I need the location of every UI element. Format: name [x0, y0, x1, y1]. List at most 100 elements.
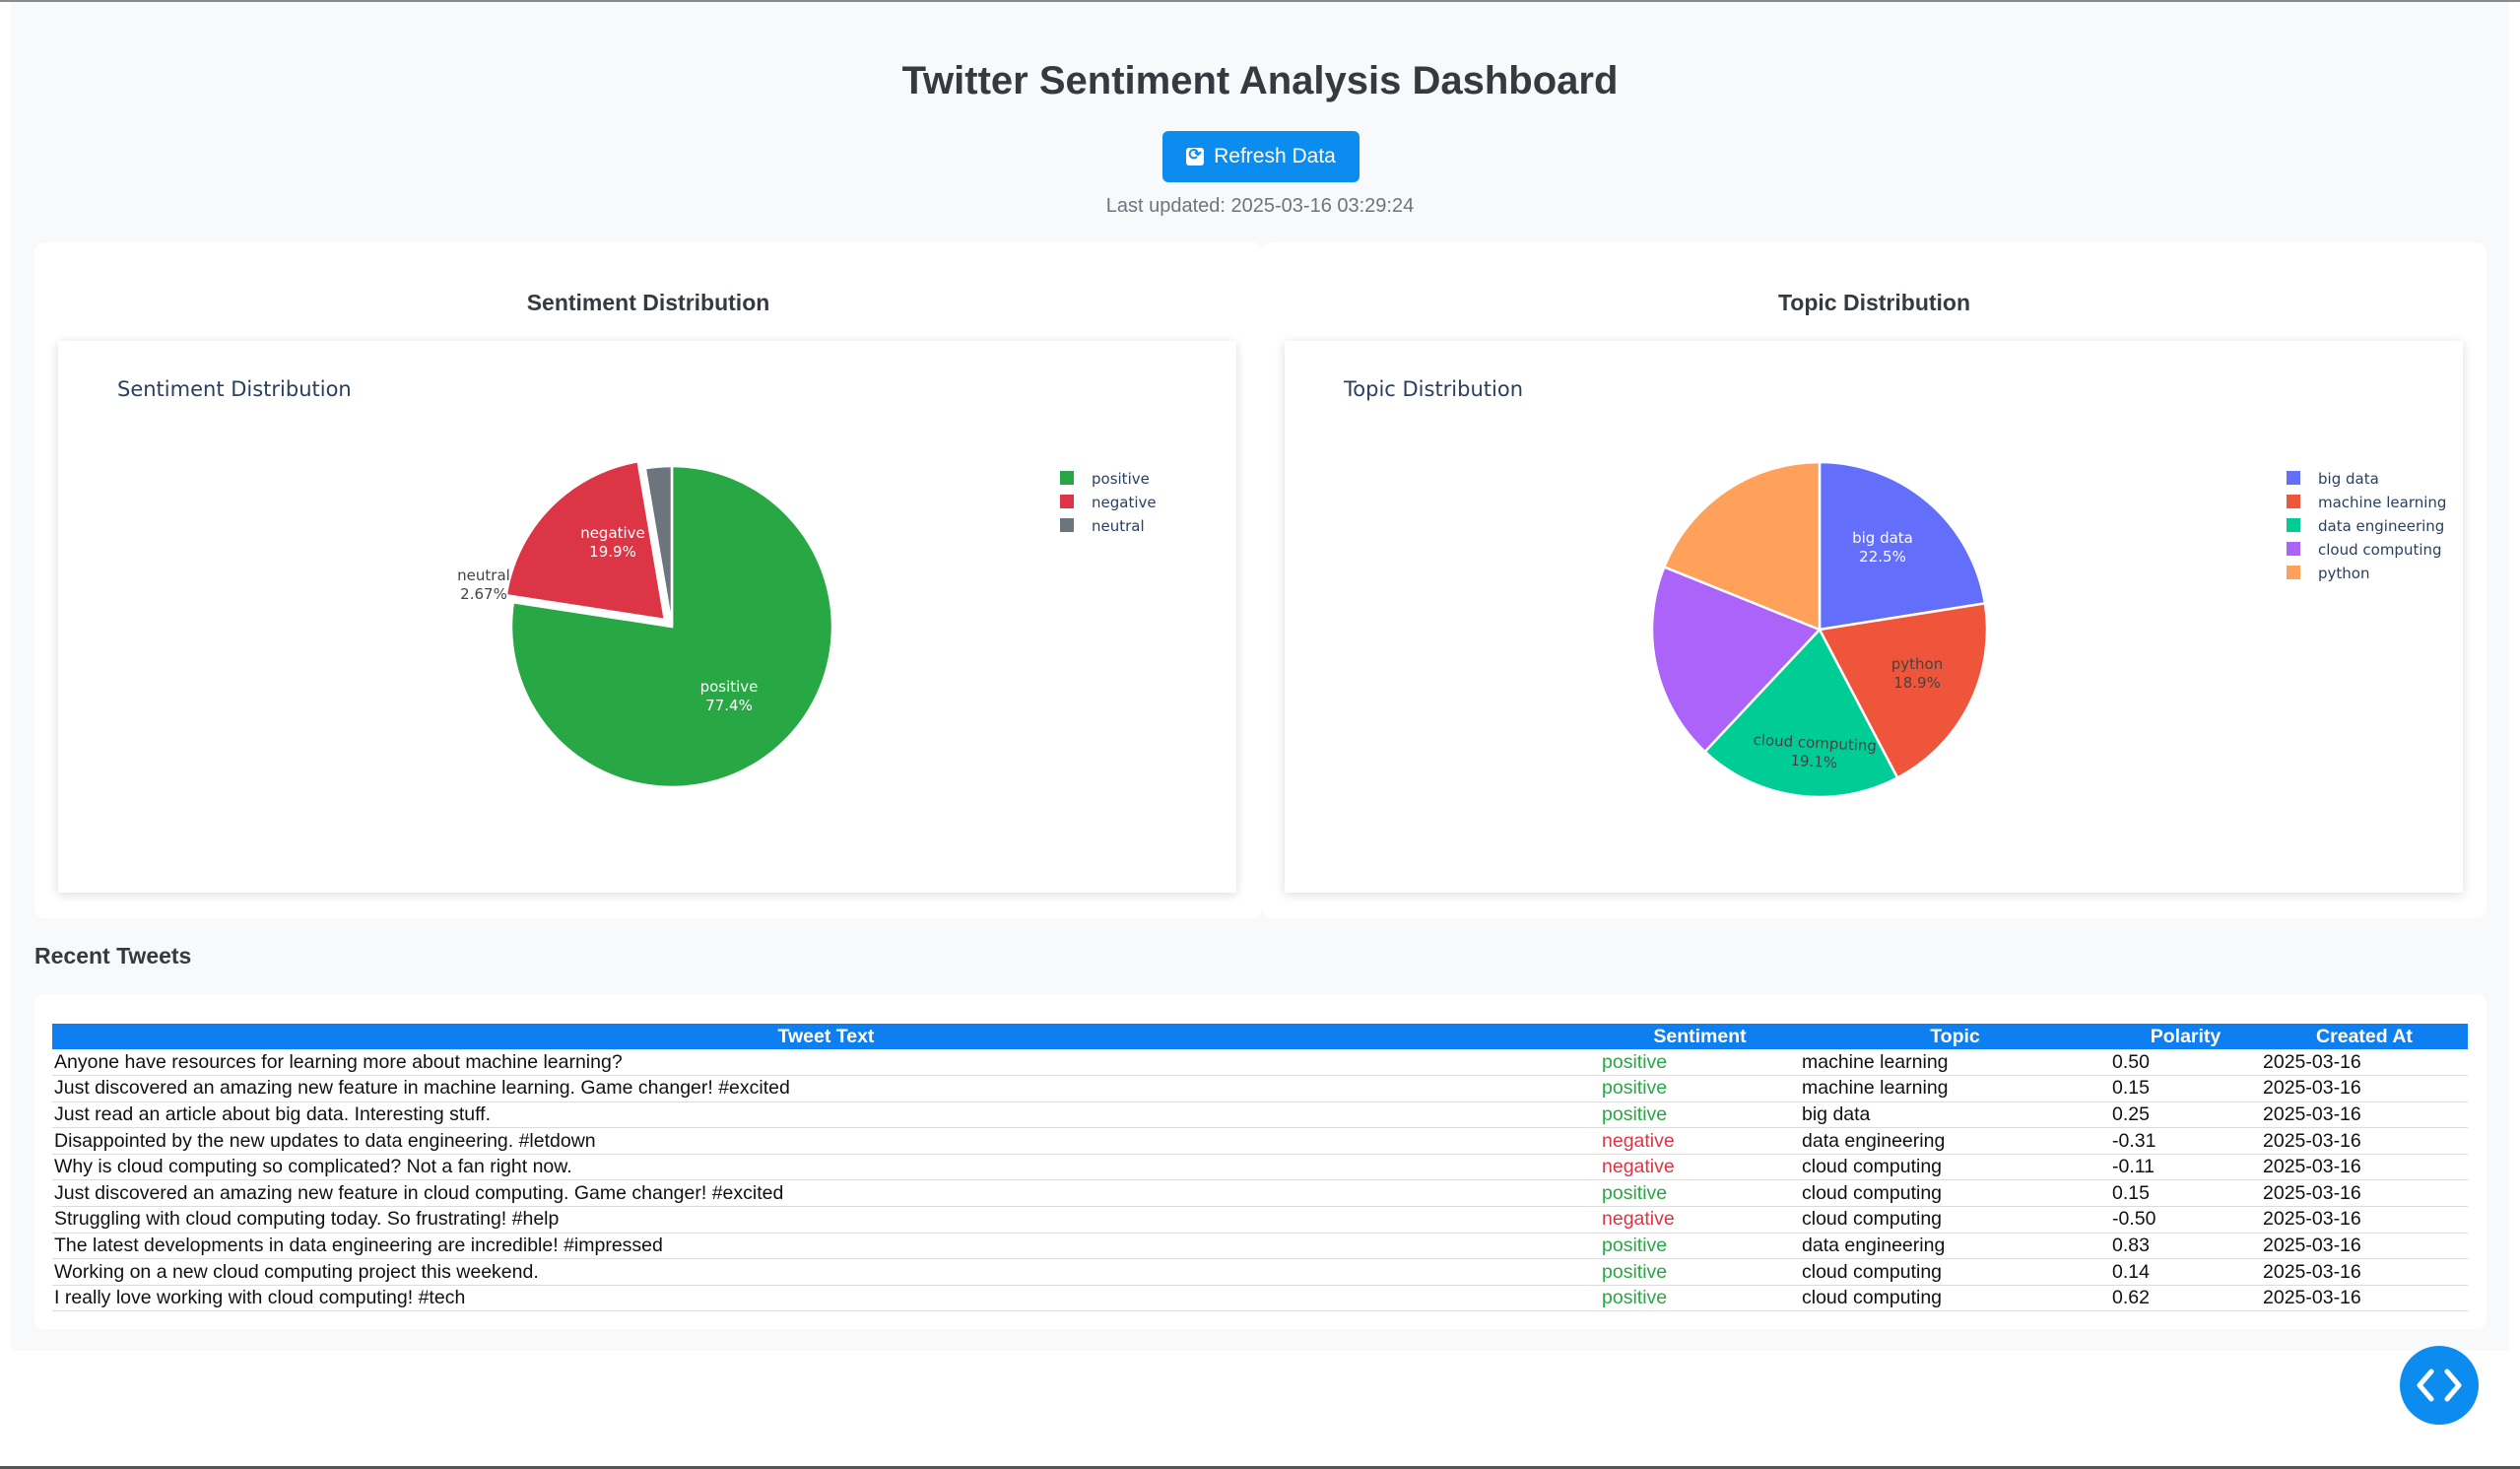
legend-swatch [1060, 495, 1074, 508]
refresh-button[interactable]: Refresh Data [1162, 131, 1359, 182]
sentiment-cell: positive [1600, 1179, 1800, 1208]
table-row: Just discovered an amazing new feature i… [52, 1075, 2468, 1102]
sentiment-cell: positive [1600, 1102, 1800, 1129]
legend-item-negative[interactable]: negative [1060, 494, 1157, 511]
legend-item-cloud-computing[interactable]: cloud computing [2287, 541, 2442, 559]
table-row: The latest developments in data engineer… [52, 1233, 2468, 1260]
sentiment-cell: positive [1600, 1075, 1800, 1102]
table-header-row: Tweet Text Sentiment Topic Polarity Crea… [52, 1024, 2468, 1049]
topic-cell: cloud computing [1800, 1154, 2110, 1181]
created-at-cell: 2025-03-16 [2261, 1127, 2468, 1155]
tweet-text-cell: Why is cloud computing so complicated? N… [52, 1154, 1600, 1181]
created-at-cell: 2025-03-16 [2261, 1075, 2468, 1102]
table-row: Anyone have resources for learning more … [52, 1049, 2468, 1077]
created-at-cell: 2025-03-16 [2261, 1233, 2468, 1260]
polarity-cell: -0.11 [2110, 1154, 2261, 1181]
topic-chart[interactable]: Topic Distribution big data22.5% machine … [1285, 341, 2463, 893]
topic-cell: machine learning [1800, 1075, 2110, 1102]
created-at-cell: 2025-03-16 [2261, 1206, 2468, 1234]
column-header-sentiment: Sentiment [1600, 1024, 1800, 1049]
sentiment-cell: negative [1600, 1206, 1800, 1234]
recent-tweets-title: Recent Tweets [34, 943, 192, 968]
tweet-text-cell: Disappointed by the new updates to data … [52, 1127, 1600, 1155]
legend-item-python[interactable]: python [2287, 565, 2369, 582]
sentiment-cell: positive [1600, 1049, 1800, 1077]
polarity-cell: 0.25 [2110, 1102, 2261, 1129]
tweet-text-cell: Just read an article about big data. Int… [52, 1102, 1600, 1129]
sentiment-chart-title: Sentiment Distribution [117, 377, 352, 401]
table-row: Just read an article about big data. Int… [52, 1102, 2468, 1129]
polarity-cell: 0.14 [2110, 1258, 2261, 1286]
code-brackets-icon [2417, 1369, 2462, 1402]
sentiment-card-title: Sentiment Distribution [526, 290, 770, 315]
polarity-cell: -0.50 [2110, 1206, 2261, 1234]
legend-item-machine-learning[interactable]: machine learning [2287, 494, 2446, 511]
slice-label-positive: positive 77.4% [700, 678, 759, 714]
recent-tweets-card: Tweet Text Sentiment Topic Polarity Crea… [34, 994, 2487, 1329]
polarity-cell: -0.31 [2110, 1127, 2261, 1155]
sentiment-card: Sentiment Distribution Sentiment Distrib… [34, 242, 1262, 918]
legend-label: positive [1092, 470, 1150, 488]
table-row: Working on a new cloud computing project… [52, 1258, 2468, 1286]
column-header-topic: Topic [1800, 1024, 2110, 1049]
legend-item-data-engineering[interactable]: data engineering [2287, 517, 2444, 535]
sentiment-cell: negative [1600, 1154, 1800, 1181]
table-row: Why is cloud computing so complicated? N… [52, 1154, 2468, 1181]
legend-label: neutral [1092, 517, 1145, 535]
refresh-icon [1186, 145, 1205, 166]
legend-swatch [2287, 566, 2300, 579]
tweet-text-cell: Just discovered an amazing new feature i… [52, 1179, 1600, 1208]
tweet-text-cell: I really love working with cloud computi… [52, 1285, 1600, 1312]
topic-cell: data engineering [1800, 1233, 2110, 1260]
topic-cell: big data [1800, 1102, 2110, 1129]
tweet-text-cell: Just discovered an amazing new feature i… [52, 1075, 1600, 1102]
tweet-text-cell: The latest developments in data engineer… [52, 1233, 1600, 1260]
legend-label: big data [2318, 470, 2379, 488]
slice-label-big-data: big data 22.5% [1852, 529, 1913, 566]
legend-item-big-data[interactable]: big data [2287, 470, 2379, 488]
legend-label: negative [1092, 494, 1157, 511]
column-header-created-at: Created At [2261, 1024, 2468, 1049]
topic-cell: cloud computing [1800, 1179, 2110, 1208]
topic-cell: machine learning [1800, 1049, 2110, 1077]
slice-label-negative: negative 19.9% [580, 524, 645, 561]
legend-swatch [2287, 518, 2300, 532]
created-at-cell: 2025-03-16 [2261, 1049, 2468, 1077]
polarity-cell: 0.15 [2110, 1179, 2261, 1208]
topic-cell: data engineering [1800, 1127, 2110, 1155]
polarity-cell: 0.83 [2110, 1233, 2261, 1260]
column-header-tweet-text: Tweet Text [52, 1024, 1600, 1049]
table-row: Disappointed by the new updates to data … [52, 1127, 2468, 1155]
legend-item-positive[interactable]: positive [1060, 470, 1150, 488]
tweet-text-cell: Struggling with cloud computing today. S… [52, 1206, 1600, 1234]
legend-swatch [2287, 495, 2300, 508]
dashboard: Twitter Sentiment Analysis Dashboard Ref… [11, 2, 2509, 1351]
table-row: Struggling with cloud computing today. S… [52, 1206, 2468, 1234]
legend-swatch [2287, 542, 2300, 556]
polarity-cell: 0.62 [2110, 1285, 2261, 1312]
legend-item-neutral[interactable]: neutral [1060, 517, 1145, 535]
tweets-table: Tweet Text Sentiment Topic Polarity Crea… [52, 1024, 2468, 1312]
table-row: I really love working with cloud computi… [52, 1285, 2468, 1312]
column-header-polarity: Polarity [2110, 1024, 2261, 1049]
sentiment-cell: positive [1600, 1233, 1800, 1260]
code-toggle-button[interactable] [2400, 1346, 2479, 1425]
topic-cell: cloud computing [1800, 1285, 2110, 1312]
tweet-text-cell: Anyone have resources for learning more … [52, 1049, 1600, 1077]
table-row: Just discovered an amazing new feature i… [52, 1179, 2468, 1208]
created-at-cell: 2025-03-16 [2261, 1102, 2468, 1129]
polarity-cell: 0.15 [2110, 1075, 2261, 1102]
sentiment-chart[interactable]: Sentiment Distribution positive 77.4% nega… [58, 341, 1236, 893]
topic-cell: cloud computing [1800, 1206, 2110, 1234]
page-title: Twitter Sentiment Analysis Dashboard [901, 59, 1619, 102]
topic-card: Topic Distribution Topic Distribution bi… [1262, 242, 2487, 918]
sentiment-cell: negative [1600, 1127, 1800, 1155]
sentiment-cell: positive [1600, 1258, 1800, 1286]
last-updated-text: Last updated: 2025-03-16 03:29:24 [1105, 195, 1415, 217]
slice-label-python: python 18.9% [1891, 655, 1943, 692]
slice-label-neutral: neutral 2.67% [457, 567, 510, 603]
created-at-cell: 2025-03-16 [2261, 1285, 2468, 1312]
legend-label: cloud computing [2318, 541, 2442, 559]
refresh-button-label: Refresh Data [1214, 145, 1336, 167]
legend-label: machine learning [2318, 494, 2446, 511]
